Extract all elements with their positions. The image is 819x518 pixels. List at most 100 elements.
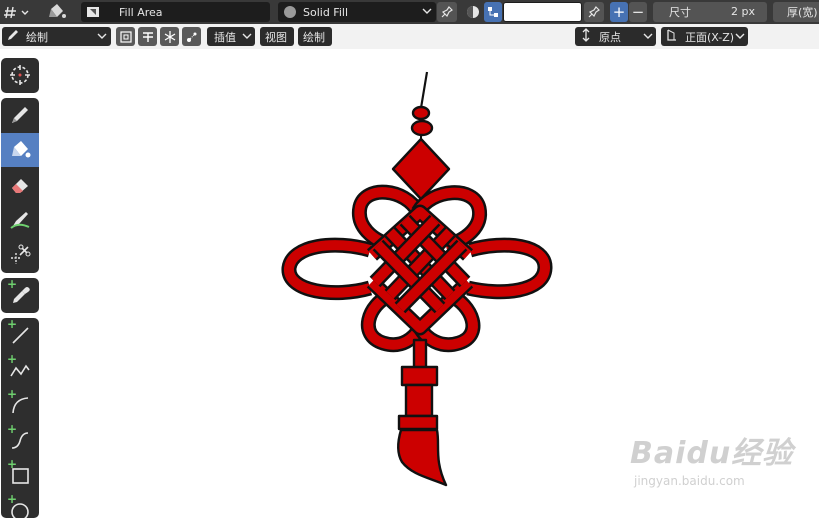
material-selector[interactable]: Solid Fill <box>278 2 436 22</box>
add-slot-button[interactable]: + <box>610 2 628 22</box>
mode-dropdown[interactable]: 绘制 <box>2 27 111 46</box>
remove-slot-button[interactable]: − <box>629 2 647 22</box>
select-mode-stroke-button[interactable] <box>138 27 157 46</box>
square-select-icon <box>119 30 132 43</box>
chevron-down-icon <box>643 30 653 45</box>
eyedropper-tool[interactable]: + <box>1 278 39 312</box>
origin-label: 原点 <box>599 30 621 44</box>
draw-menu[interactable]: 绘制 <box>298 27 332 46</box>
cursor-tool[interactable] <box>1 58 39 92</box>
proportional-button[interactable] <box>182 27 201 46</box>
arc-tool[interactable]: + <box>1 388 39 422</box>
plane-icon <box>665 28 679 45</box>
circle-tool[interactable]: + <box>1 493 39 518</box>
hanging-string <box>419 71 429 109</box>
mode-label: 绘制 <box>26 30 48 44</box>
toolbar-left: + + + + + + + <box>0 49 42 518</box>
tassel-band <box>397 414 439 431</box>
pin-icon <box>441 6 453 18</box>
pencil-icon <box>6 28 20 45</box>
knot-lattice <box>366 204 474 336</box>
plane-label: 正面(X-Z) <box>685 30 735 44</box>
plus-icon: + <box>7 318 18 331</box>
plus-icon: + <box>7 422 18 436</box>
vertex-paint-icon <box>488 7 498 17</box>
tassel-cap <box>400 365 439 387</box>
polyline-tool[interactable]: + <box>1 353 39 387</box>
plus-icon: + <box>7 278 18 291</box>
brush-name: Fill Area <box>119 5 163 19</box>
tint-icon <box>10 212 30 229</box>
material-mode-button[interactable] <box>463 2 483 22</box>
tassel-brush <box>396 428 448 487</box>
draw-tool[interactable] <box>1 98 39 132</box>
view-label: 视图 <box>265 30 287 44</box>
interpolate-label: 插值 <box>214 30 236 44</box>
dots-icon <box>186 32 196 42</box>
color-swatch[interactable] <box>503 2 582 22</box>
bucket-icon <box>12 141 31 158</box>
top-header: Fill Area Solid Fill + − 尺寸 2 px 厚(宽) <box>0 0 819 25</box>
size-label: 尺寸 <box>669 6 691 19</box>
transform-dropdown[interactable] <box>2 2 32 22</box>
interpolate-dropdown[interactable]: 插值 <box>207 27 255 46</box>
origin-dropdown[interactable]: 原点 <box>575 27 656 46</box>
chevron-down-icon <box>422 5 432 20</box>
knot-stem <box>412 338 428 370</box>
grid-axis-icon <box>4 6 29 19</box>
sphere-half-icon <box>467 6 479 18</box>
brush-icon <box>81 6 105 18</box>
chevron-down-icon <box>735 30 745 45</box>
select-mode-points-button[interactable] <box>116 27 135 46</box>
pin-icon <box>588 6 600 18</box>
plus-icon: + <box>7 387 18 401</box>
top-bead <box>410 119 434 137</box>
draw-label: 绘制 <box>303 30 325 44</box>
cutter-tool[interactable] <box>1 238 39 272</box>
plus-icon: + <box>7 352 18 366</box>
pencil-icon <box>12 107 28 123</box>
tassel-neck <box>404 383 434 418</box>
view-menu[interactable]: 视图 <box>260 27 294 46</box>
tool-group-eyedropper: + <box>1 278 39 313</box>
thickness-label: 厚(宽) <box>787 6 818 19</box>
tool-group-cursor <box>1 58 39 93</box>
box-tool[interactable]: + <box>1 458 39 492</box>
canvas-viewport[interactable]: Baidu经验 jingyan.baidu.com <box>42 49 819 516</box>
tool-settings-bar: 绘制 插值 视图 绘制 原点 正面(X-Z) <box>0 24 819 49</box>
erase-tool[interactable] <box>1 168 39 202</box>
size-field[interactable]: 尺寸 2 px <box>653 2 767 22</box>
watermark-url: jingyan.baidu.com <box>634 474 745 488</box>
plus-icon: + <box>7 457 18 471</box>
line-tool[interactable]: + <box>1 318 39 352</box>
snowflake-icon <box>164 30 175 43</box>
move-arrows-icon <box>579 28 593 45</box>
chevron-down-icon <box>242 30 252 45</box>
watermark-logo: Baidu经验 <box>630 436 794 471</box>
material-name: Solid Fill <box>303 5 348 19</box>
brush-selector[interactable]: Fill Area <box>81 2 270 22</box>
tint-tool[interactable] <box>1 203 39 237</box>
pin-button-2[interactable] <box>584 2 604 22</box>
thickness-field[interactable]: 厚(宽) <box>773 2 819 22</box>
minus-icon: − <box>631 3 645 21</box>
cursor-icon <box>10 65 30 85</box>
chevron-down-icon <box>97 30 107 45</box>
pin-button[interactable] <box>437 2 457 22</box>
bucket-icon <box>49 4 66 18</box>
plus-icon: + <box>612 3 626 21</box>
top-bead-small <box>411 105 431 121</box>
plus-icon: + <box>7 492 18 506</box>
plane-dropdown[interactable]: 正面(X-Z) <box>661 27 748 46</box>
snap-button[interactable] <box>160 27 179 46</box>
size-value: 2 px <box>731 5 755 18</box>
vertex-color-button[interactable] <box>484 2 502 22</box>
fill-tool[interactable] <box>1 133 39 167</box>
fill-tool-indicator <box>42 2 70 22</box>
stroke-select-icon <box>142 31 153 42</box>
tool-group-primitives: + + + + + + <box>1 318 39 518</box>
eraser-icon <box>12 179 28 193</box>
scissors-icon <box>11 244 31 264</box>
curve-tool[interactable]: + <box>1 423 39 457</box>
material-sphere-icon <box>284 6 296 18</box>
